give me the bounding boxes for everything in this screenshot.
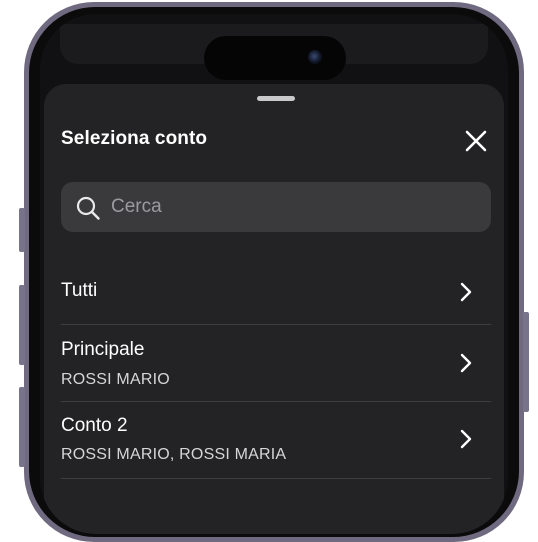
camera-icon <box>308 50 322 64</box>
account-title: Conto 2 <box>61 415 128 436</box>
account-title: Tutti <box>61 280 98 301</box>
account-holders: ROSSI MARIO <box>61 371 170 388</box>
sheet-grabber-handle[interactable] <box>257 96 295 101</box>
divider <box>61 478 491 479</box>
account-selector-sheet: Seleziona conto Tutti Principale ROSSI M… <box>44 84 504 534</box>
search-icon <box>76 196 100 220</box>
account-item-tutti[interactable]: Tutti <box>61 260 491 324</box>
account-item-principale[interactable]: Principale ROSSI MARIO <box>61 325 491 401</box>
phone-side-button <box>19 285 25 365</box>
chevron-right-icon <box>460 282 472 302</box>
dynamic-island <box>204 36 346 80</box>
phone-side-button <box>19 208 25 252</box>
phone-side-button <box>523 312 529 412</box>
chevron-right-icon <box>460 353 472 373</box>
close-icon <box>465 130 487 152</box>
phone-side-button <box>19 387 25 467</box>
sheet-title: Seleziona conto <box>61 128 208 149</box>
search-field[interactable] <box>61 182 491 232</box>
search-input[interactable] <box>111 182 471 232</box>
account-holders: ROSSI MARIO, ROSSI MARIA <box>61 446 287 463</box>
close-button[interactable] <box>462 127 490 155</box>
phone-screen: Seleziona conto Tutti Principale ROSSI M… <box>40 14 508 534</box>
account-item-conto-2[interactable]: Conto 2 ROSSI MARIO, ROSSI MARIA <box>61 402 491 478</box>
account-title: Principale <box>61 339 145 360</box>
chevron-right-icon <box>460 429 472 449</box>
